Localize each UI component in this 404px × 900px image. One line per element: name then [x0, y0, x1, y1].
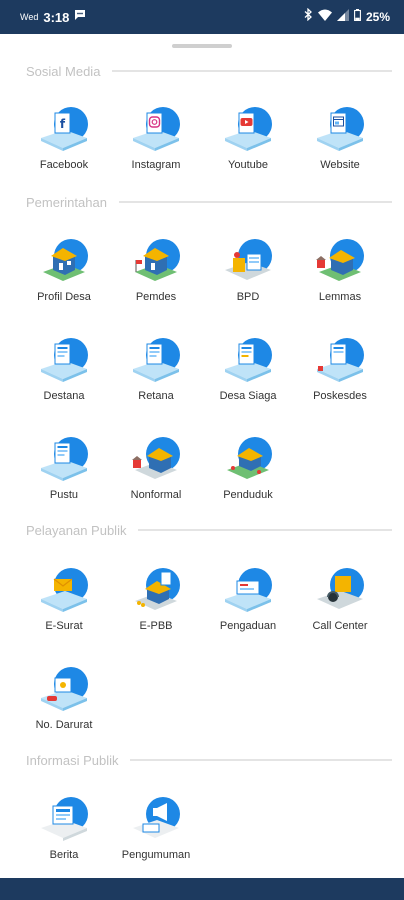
- menu-item-facebook[interactable]: f Facebook: [18, 103, 110, 171]
- menu-item-nonformal[interactable]: Nonformal: [110, 433, 202, 501]
- call-center-icon: [310, 564, 370, 614]
- status-time: 3:18: [43, 9, 70, 25]
- menu-item-instagram[interactable]: Instagram: [110, 103, 202, 171]
- menu-item-e-surat[interactable]: E-Surat: [18, 564, 110, 632]
- menu-item-label: Berita: [49, 849, 79, 861]
- menu-item-destana[interactable]: Destana: [18, 334, 110, 402]
- desa-siaga-icon: [218, 334, 278, 384]
- menu-item-label: Nonformal: [130, 489, 182, 501]
- section-divider: [112, 70, 392, 72]
- youtube-icon: [218, 103, 278, 153]
- bluetooth-icon: [304, 7, 313, 26]
- e-pbb-icon: [126, 564, 186, 614]
- menu-item-profil-desa[interactable]: Profil Desa: [18, 235, 110, 303]
- wifi-icon: [317, 8, 332, 26]
- menu-item-label: Profil Desa: [37, 291, 91, 303]
- section-header-informasi-publik: Informasi Publik: [26, 750, 392, 770]
- lemmas-icon: [310, 235, 370, 285]
- menu-item-label: Call Center: [312, 620, 368, 632]
- menu-item-label: Website: [320, 159, 360, 171]
- battery-percent: 25%: [365, 10, 390, 24]
- menu-item-label: Lemmas: [318, 291, 362, 303]
- status-bar: Wed 3:18 25%: [0, 0, 404, 34]
- signal-icon: [336, 8, 349, 26]
- menu-item-website[interactable]: Website: [294, 103, 386, 171]
- menu-item-bpd[interactable]: BPD: [202, 235, 294, 303]
- menu-item-label: Pengumuman: [121, 849, 191, 861]
- menu-item-label: Youtube: [228, 159, 268, 171]
- menu-item-label: Pengaduan: [219, 620, 277, 632]
- svg-text:f: f: [60, 117, 66, 131]
- section-divider: [130, 759, 392, 761]
- facebook-icon: f: [34, 103, 94, 153]
- menu-item-youtube[interactable]: Youtube: [202, 103, 294, 171]
- website-icon: [310, 103, 370, 153]
- menu-item-label: Pustu: [49, 489, 79, 501]
- section-header-sosial-media: Sosial Media: [26, 61, 392, 81]
- menu-item-label: E-PBB: [139, 620, 173, 632]
- berita-icon: [34, 793, 94, 843]
- menu-item-pengumuman[interactable]: Pengumuman: [110, 793, 202, 861]
- menu-item-label: Destana: [43, 390, 85, 402]
- menu-item-label: Penduduk: [223, 489, 273, 501]
- menu-item-pemdes[interactable]: Pemdes: [110, 235, 202, 303]
- pengumuman-icon: [126, 793, 186, 843]
- battery-icon: [354, 8, 361, 26]
- menu-item-label: Desa Siaga: [219, 390, 277, 402]
- nonformal-icon: [126, 433, 186, 483]
- status-day: Wed: [20, 12, 39, 22]
- section-divider: [138, 529, 392, 531]
- menu-item-retana[interactable]: Retana: [110, 334, 202, 402]
- menu-item-pustu[interactable]: Pustu: [18, 433, 110, 501]
- menu-item-lemmas[interactable]: Lemmas: [294, 235, 386, 303]
- menu-item-no-darurat[interactable]: No. Darurat: [18, 663, 110, 731]
- menu-item-label: No. Darurat: [35, 719, 93, 731]
- menu-item-penduduk[interactable]: Penduduk: [202, 433, 294, 501]
- section-title: Pemerintahan: [26, 194, 107, 210]
- menu-item-call-center[interactable]: Call Center: [294, 564, 386, 632]
- pengaduan-icon: [218, 564, 278, 614]
- menu-item-label: Retana: [138, 390, 174, 402]
- sheet-drag-handle[interactable]: [172, 44, 232, 48]
- destana-icon: [34, 334, 94, 384]
- menu-item-label: Pemdes: [135, 291, 177, 303]
- section-title: Sosial Media: [26, 63, 101, 79]
- menu-item-label: E-Surat: [45, 620, 83, 632]
- penduduk-icon: [218, 433, 278, 483]
- menu-item-desa-siaga[interactable]: Desa Siaga: [202, 334, 294, 402]
- retana-icon: [126, 334, 186, 384]
- message-icon: [74, 8, 86, 26]
- no-darurat-icon: [34, 663, 94, 713]
- section-title: Pelayanan Publik: [26, 522, 127, 538]
- poskesdes-icon: [310, 334, 370, 384]
- pemdes-icon: [126, 235, 186, 285]
- navigation-bar: [0, 878, 404, 900]
- menu-item-label: BPD: [236, 291, 260, 303]
- section-header-pemerintahan: Pemerintahan: [26, 192, 392, 212]
- section-divider: [118, 201, 392, 203]
- bpd-icon: [218, 235, 278, 285]
- menu-item-poskesdes[interactable]: Poskesdes: [294, 334, 386, 402]
- instagram-icon: [126, 103, 186, 153]
- menu-item-e-pbb[interactable]: E-PBB: [110, 564, 202, 632]
- menu-item-label: Facebook: [39, 159, 89, 171]
- section-header-pelayanan-publik: Pelayanan Publik: [26, 520, 392, 540]
- menu-item-berita[interactable]: Berita: [18, 793, 110, 861]
- section-title: Informasi Publik: [26, 752, 119, 768]
- menu-item-label: Poskesdes: [313, 390, 367, 402]
- profil-desa-icon: [34, 235, 94, 285]
- menu-item-pengaduan[interactable]: Pengaduan: [202, 564, 294, 632]
- menu-item-label: Instagram: [131, 159, 181, 171]
- e-surat-icon: [34, 564, 94, 614]
- pustu-icon: [34, 433, 94, 483]
